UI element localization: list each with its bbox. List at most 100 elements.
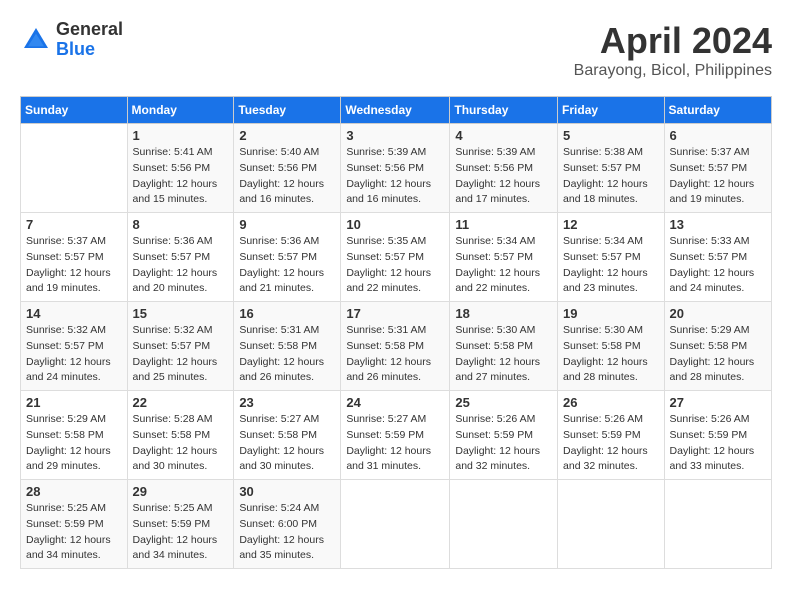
header-sunday: Sunday — [21, 97, 128, 124]
day-detail: Sunrise: 5:25 AMSunset: 5:59 PMDaylight:… — [133, 501, 229, 564]
day-number: 18 — [455, 306, 552, 321]
day-number: 9 — [239, 217, 335, 232]
logo-blue-text: Blue — [56, 40, 123, 60]
cell-w2-d1: 8Sunrise: 5:36 AMSunset: 5:57 PMDaylight… — [127, 213, 234, 302]
day-detail: Sunrise: 5:40 AMSunset: 5:56 PMDaylight:… — [239, 145, 335, 208]
header-saturday: Saturday — [664, 97, 771, 124]
day-detail: Sunrise: 5:37 AMSunset: 5:57 PMDaylight:… — [670, 145, 766, 208]
cell-w5-d0: 28 Sunrise: 5:25 AMSunset: 5:59 PMDayligh… — [21, 480, 128, 569]
location-subtitle: Barayong, Bicol, Philippines — [574, 62, 772, 80]
day-number: 14 — [26, 306, 122, 321]
day-detail: Sunrise: 5:41 AMSunset: 5:56 PMDaylight:… — [133, 145, 229, 208]
day-number: 17 — [346, 306, 444, 321]
cell-w4-d2: 23Sunrise: 5:27 AMSunset: 5:58 PMDayligh… — [234, 391, 341, 480]
day-number: 26 — [563, 395, 659, 410]
cell-w5-d3 — [341, 480, 450, 569]
cell-w5-d5 — [558, 480, 665, 569]
cell-w2-d2: 9 Sunrise: 5:36 AMSunset: 5:57 PMDaylight… — [234, 213, 341, 302]
day-detail: Sunrise: 5:31 AMSunset: 5:58 PMDaylight:… — [239, 323, 335, 386]
logo: General Blue — [20, 20, 123, 60]
month-title: April 2024 — [574, 20, 772, 62]
day-number: 4 — [455, 128, 552, 143]
day-detail: Sunrise: 5:29 AMSunset: 5:58 PMDaylight:… — [26, 412, 122, 475]
day-number: 10 — [346, 217, 444, 232]
cell-w2-d5: 12Sunrise: 5:34 AMSunset: 5:57 PMDayligh… — [558, 213, 665, 302]
day-detail: Sunrise: 5:24 AMSunset: 6:00 PMDaylight:… — [239, 501, 335, 564]
header-tuesday: Tuesday — [234, 97, 341, 124]
day-detail: Sunrise: 5:27 AMSunset: 5:58 PMDaylight:… — [239, 412, 335, 475]
cell-w2-d0: 7Sunrise: 5:37 AMSunset: 5:57 PMDaylight… — [21, 213, 128, 302]
day-number: 27 — [670, 395, 766, 410]
day-detail: Sunrise: 5:29 AMSunset: 5:58 PMDaylight:… — [670, 323, 766, 386]
cell-w2-d4: 11 Sunrise: 5:34 AMSunset: 5:57 PMDayligh… — [450, 213, 558, 302]
header-row: Sunday Monday Tuesday Wednesday Thursday… — [21, 97, 772, 124]
day-detail: Sunrise: 5:25 AMSunset: 5:59 PMDaylight:… — [26, 501, 122, 564]
day-number: 13 — [670, 217, 766, 232]
day-detail: Sunrise: 5:26 AMSunset: 5:59 PMDaylight:… — [563, 412, 659, 475]
header-friday: Friday — [558, 97, 665, 124]
day-number: 30 — [239, 484, 335, 499]
cell-w5-d4 — [450, 480, 558, 569]
day-number: 11 — [455, 217, 552, 232]
title-block: April 2024 Barayong, Bicol, Philippines — [574, 20, 772, 80]
cell-w1-d1: 1 Sunrise: 5:41 AMSunset: 5:56 PMDaylight… — [127, 124, 234, 213]
day-number: 29 — [133, 484, 229, 499]
day-detail: Sunrise: 5:33 AMSunset: 5:57 PMDaylight:… — [670, 234, 766, 297]
day-detail: Sunrise: 5:32 AMSunset: 5:57 PMDaylight:… — [26, 323, 122, 386]
day-detail: Sunrise: 5:30 AMSunset: 5:58 PMDaylight:… — [563, 323, 659, 386]
header-thursday: Thursday — [450, 97, 558, 124]
day-detail: Sunrise: 5:36 AMSunset: 5:57 PMDaylight:… — [239, 234, 335, 297]
day-number: 22 — [133, 395, 229, 410]
day-number: 28 — [26, 484, 122, 499]
cell-w4-d6: 27 Sunrise: 5:26 AMSunset: 5:59 PMDayligh… — [664, 391, 771, 480]
cell-w1-d6: 6 Sunrise: 5:37 AMSunset: 5:57 PMDaylight… — [664, 124, 771, 213]
week-row-3: 14 Sunrise: 5:32 AMSunset: 5:57 PMDayligh… — [21, 302, 772, 391]
day-detail: Sunrise: 5:38 AMSunset: 5:57 PMDaylight:… — [563, 145, 659, 208]
cell-w5-d6 — [664, 480, 771, 569]
day-number: 19 — [563, 306, 659, 321]
day-number: 2 — [239, 128, 335, 143]
day-detail: Sunrise: 5:35 AMSunset: 5:57 PMDaylight:… — [346, 234, 444, 297]
cell-w1-d4: 4 Sunrise: 5:39 AMSunset: 5:56 PMDaylight… — [450, 124, 558, 213]
page-header: General Blue April 2024 Barayong, Bicol,… — [20, 20, 772, 80]
cell-w3-d2: 16 Sunrise: 5:31 AMSunset: 5:58 PMDayligh… — [234, 302, 341, 391]
logo-icon — [20, 24, 52, 56]
day-detail: Sunrise: 5:31 AMSunset: 5:58 PMDaylight:… — [346, 323, 444, 386]
cell-w5-d2: 30 Sunrise: 5:24 AMSunset: 6:00 PMDayligh… — [234, 480, 341, 569]
day-number: 15 — [133, 306, 229, 321]
day-number: 24 — [346, 395, 444, 410]
day-number: 6 — [670, 128, 766, 143]
week-row-4: 21 Sunrise: 5:29 AMSunset: 5:58 PMDayligh… — [21, 391, 772, 480]
cell-w4-d5: 26 Sunrise: 5:26 AMSunset: 5:59 PMDayligh… — [558, 391, 665, 480]
day-detail: Sunrise: 5:28 AMSunset: 5:58 PMDaylight:… — [133, 412, 229, 475]
day-number: 12 — [563, 217, 659, 232]
day-detail: Sunrise: 5:36 AMSunset: 5:57 PMDaylight:… — [133, 234, 229, 297]
week-row-1: 1 Sunrise: 5:41 AMSunset: 5:56 PMDaylight… — [21, 124, 772, 213]
cell-w5-d1: 29 Sunrise: 5:25 AMSunset: 5:59 PMDayligh… — [127, 480, 234, 569]
day-number: 21 — [26, 395, 122, 410]
day-number: 20 — [670, 306, 766, 321]
day-detail: Sunrise: 5:39 AMSunset: 5:56 PMDaylight:… — [346, 145, 444, 208]
day-detail: Sunrise: 5:39 AMSunset: 5:56 PMDaylight:… — [455, 145, 552, 208]
logo-general-text: General — [56, 20, 123, 40]
cell-w2-d6: 13 Sunrise: 5:33 AMSunset: 5:57 PMDayligh… — [664, 213, 771, 302]
cell-w3-d1: 15Sunrise: 5:32 AMSunset: 5:57 PMDayligh… — [127, 302, 234, 391]
cell-w3-d0: 14 Sunrise: 5:32 AMSunset: 5:57 PMDayligh… — [21, 302, 128, 391]
header-monday: Monday — [127, 97, 234, 124]
cell-w3-d4: 18 Sunrise: 5:30 AMSunset: 5:58 PMDayligh… — [450, 302, 558, 391]
day-detail: Sunrise: 5:27 AMSunset: 5:59 PMDaylight:… — [346, 412, 444, 475]
day-number: 3 — [346, 128, 444, 143]
cell-w4-d1: 22 Sunrise: 5:28 AMSunset: 5:58 PMDayligh… — [127, 391, 234, 480]
cell-w3-d3: 17 Sunrise: 5:31 AMSunset: 5:58 PMDayligh… — [341, 302, 450, 391]
cell-w1-d2: 2 Sunrise: 5:40 AMSunset: 5:56 PMDaylight… — [234, 124, 341, 213]
week-row-2: 7Sunrise: 5:37 AMSunset: 5:57 PMDaylight… — [21, 213, 772, 302]
day-detail: Sunrise: 5:30 AMSunset: 5:58 PMDaylight:… — [455, 323, 552, 386]
cell-w1-d0 — [21, 124, 128, 213]
day-number: 16 — [239, 306, 335, 321]
day-detail: Sunrise: 5:26 AMSunset: 5:59 PMDaylight:… — [670, 412, 766, 475]
cell-w4-d3: 24 Sunrise: 5:27 AMSunset: 5:59 PMDayligh… — [341, 391, 450, 480]
calendar-table: Sunday Monday Tuesday Wednesday Thursday… — [20, 96, 772, 569]
day-number: 1 — [133, 128, 229, 143]
day-detail: Sunrise: 5:34 AMSunset: 5:57 PMDaylight:… — [455, 234, 552, 297]
cell-w1-d3: 3 Sunrise: 5:39 AMSunset: 5:56 PMDaylight… — [341, 124, 450, 213]
